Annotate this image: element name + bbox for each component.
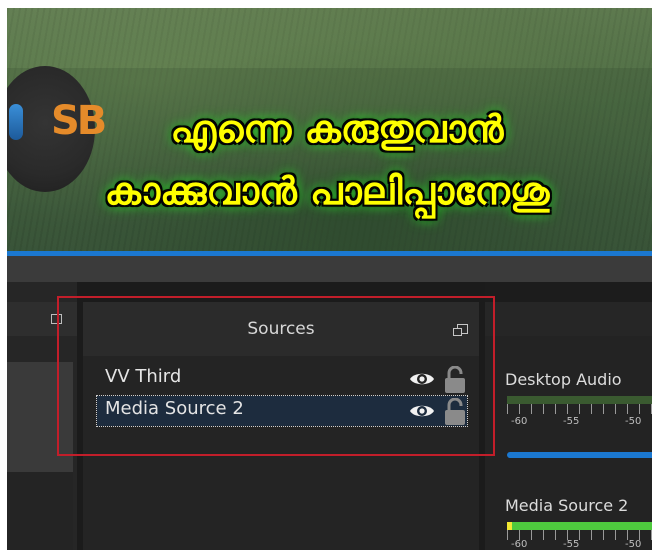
channel-label-media-source-2: Media Source 2 xyxy=(505,496,629,515)
volume-meter xyxy=(507,522,652,530)
lyric-caption-line-2: കാക്കുവാൻ പാലിപ്പാനേശു xyxy=(104,169,550,213)
volume-meter xyxy=(507,396,652,404)
preview-overlay-band xyxy=(7,68,652,251)
meter-scale-label: -60 xyxy=(511,539,528,550)
volume-slider[interactable] xyxy=(507,452,652,458)
lyric-caption-line-1: എന്നെ കരുതുവാൻ xyxy=(170,107,504,151)
audio-mixer-dock: Desktop Audio -60 -55 -50 Media Source 2… xyxy=(485,282,652,550)
meter-scale-label: -50 xyxy=(625,416,642,427)
meter-peak-indicator xyxy=(507,522,512,530)
preview-canvas[interactable]: SB എന്നെ കരുതുവാൻ കാക്കുവാൻ പാലിപ്പാനേശു xyxy=(7,8,652,251)
meter-ticks xyxy=(507,404,652,414)
audio-mixer-header xyxy=(485,302,652,336)
audio-mixer-body: Desktop Audio -60 -55 -50 Media Source 2… xyxy=(485,336,652,550)
meter-scale-label: -60 xyxy=(511,416,528,427)
meter-scale-label: -55 xyxy=(563,539,580,550)
dock-toolbar-strip xyxy=(7,256,652,282)
channel-label-desktop-audio: Desktop Audio xyxy=(505,370,622,389)
annotation-highlight-box xyxy=(57,296,495,456)
logo-ring-icon xyxy=(9,104,23,140)
obs-window: SB എന്നെ കരുതുവാൻ കാക്കുവാൻ പാലിപ്പാനേശു… xyxy=(7,8,652,550)
meter-scale-label: -50 xyxy=(625,539,642,550)
meter-scale-label: -55 xyxy=(563,416,580,427)
scenes-list[interactable] xyxy=(7,472,73,550)
